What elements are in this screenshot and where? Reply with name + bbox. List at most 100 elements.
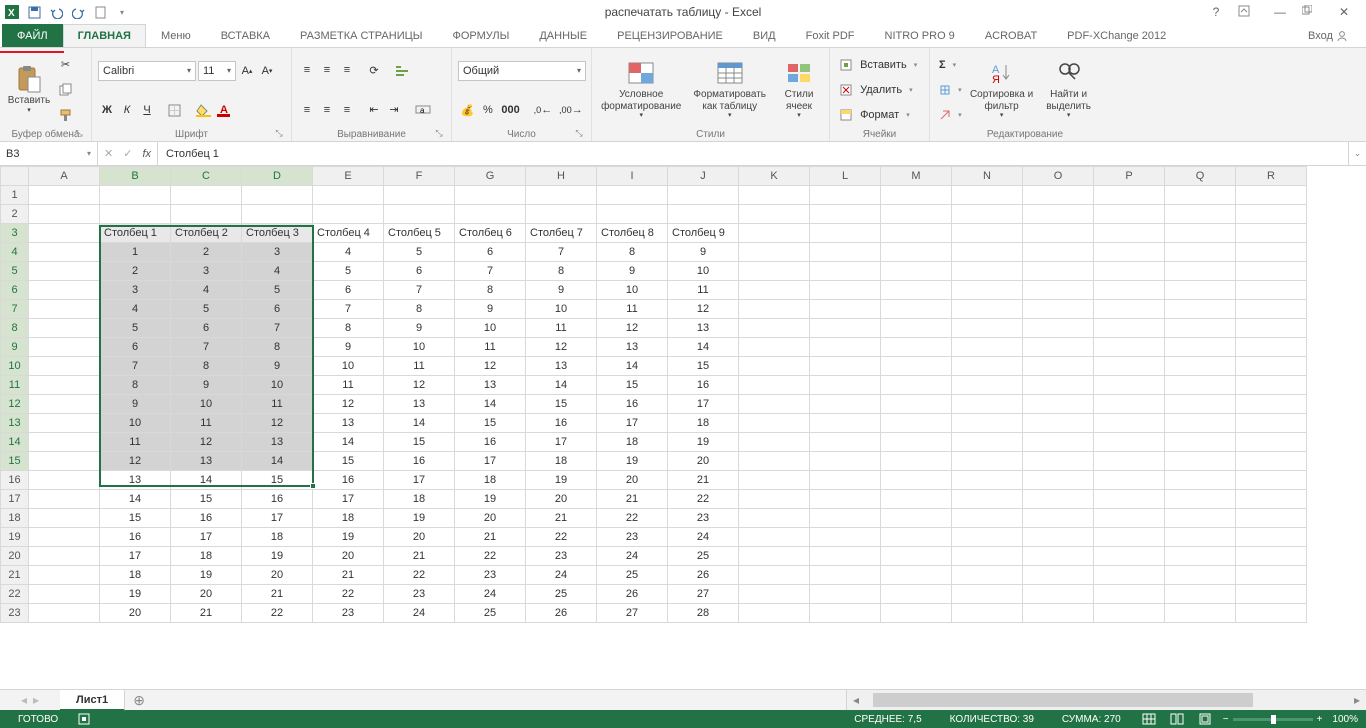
cell[interactable]: 11 <box>384 357 455 376</box>
cell[interactable]: 25 <box>668 547 739 566</box>
cell[interactable] <box>313 205 384 224</box>
cell[interactable]: 21 <box>171 604 242 623</box>
cell[interactable]: 17 <box>313 490 384 509</box>
cell[interactable] <box>1023 338 1094 357</box>
cell[interactable] <box>739 186 810 205</box>
col-header[interactable]: F <box>384 167 455 186</box>
cell[interactable]: 22 <box>455 547 526 566</box>
cell[interactable] <box>881 433 952 452</box>
col-header[interactable]: A <box>29 167 100 186</box>
cell[interactable]: 19 <box>171 566 242 585</box>
cell[interactable] <box>1236 490 1307 509</box>
cell[interactable] <box>1165 490 1236 509</box>
fill-color-icon[interactable] <box>193 101 214 119</box>
cell[interactable] <box>952 604 1023 623</box>
cell[interactable] <box>739 509 810 528</box>
cell[interactable] <box>881 585 952 604</box>
qat-dropdown-icon[interactable]: ▾ <box>114 4 130 20</box>
tab-view[interactable]: ВИД <box>738 24 791 47</box>
cell[interactable] <box>29 205 100 224</box>
cell[interactable] <box>1236 357 1307 376</box>
zoom-slider[interactable] <box>1233 718 1313 721</box>
merge-center-icon[interactable]: a <box>412 101 434 119</box>
cell[interactable] <box>1023 262 1094 281</box>
cell[interactable] <box>881 262 952 281</box>
cell[interactable] <box>739 395 810 414</box>
cell[interactable] <box>242 186 313 205</box>
row-header[interactable]: 6 <box>1 281 29 300</box>
cell[interactable] <box>1094 547 1165 566</box>
cell[interactable] <box>29 224 100 243</box>
cell[interactable] <box>881 528 952 547</box>
cell[interactable] <box>1094 509 1165 528</box>
autosum-button[interactable]: Σ ▾ <box>936 55 965 75</box>
cell[interactable] <box>29 414 100 433</box>
cell[interactable] <box>1023 509 1094 528</box>
cell[interactable] <box>1094 395 1165 414</box>
cell[interactable]: 6 <box>313 281 384 300</box>
row-header[interactable]: 22 <box>1 585 29 604</box>
cell[interactable] <box>739 205 810 224</box>
cell[interactable]: 10 <box>597 281 668 300</box>
cell[interactable]: 4 <box>242 262 313 281</box>
cell[interactable] <box>1094 490 1165 509</box>
cell[interactable]: 7 <box>171 338 242 357</box>
cell[interactable] <box>1236 376 1307 395</box>
cell[interactable]: 13 <box>100 471 171 490</box>
cell[interactable] <box>1094 452 1165 471</box>
cell[interactable] <box>739 585 810 604</box>
decrease-indent-icon[interactable]: ⇤ <box>365 101 383 119</box>
select-all-corner[interactable] <box>1 167 29 186</box>
cell[interactable]: 10 <box>171 395 242 414</box>
cell[interactable] <box>1165 262 1236 281</box>
cell[interactable]: 11 <box>100 433 171 452</box>
row-header[interactable]: 1 <box>1 186 29 205</box>
cell[interactable]: 18 <box>100 566 171 585</box>
cell[interactable] <box>526 205 597 224</box>
cell[interactable] <box>1165 186 1236 205</box>
cell[interactable]: 19 <box>526 471 597 490</box>
cell[interactable]: 8 <box>242 338 313 357</box>
cell[interactable]: 15 <box>455 414 526 433</box>
cell[interactable]: 20 <box>313 547 384 566</box>
cell[interactable]: 15 <box>526 395 597 414</box>
cell[interactable] <box>952 433 1023 452</box>
cell[interactable]: 8 <box>313 319 384 338</box>
cell[interactable]: 9 <box>384 319 455 338</box>
row-header[interactable]: 21 <box>1 566 29 585</box>
cell[interactable]: 9 <box>100 395 171 414</box>
cell[interactable]: 6 <box>171 319 242 338</box>
cell[interactable]: 20 <box>668 452 739 471</box>
cell[interactable] <box>810 319 881 338</box>
tab-foxit[interactable]: Foxit PDF <box>791 24 870 47</box>
scroll-right-icon[interactable]: ▸ <box>1348 693 1366 707</box>
cell[interactable] <box>810 509 881 528</box>
cell[interactable]: 22 <box>384 566 455 585</box>
cell[interactable] <box>1023 186 1094 205</box>
cell[interactable] <box>881 243 952 262</box>
row-header[interactable]: 17 <box>1 490 29 509</box>
cell[interactable] <box>1023 452 1094 471</box>
cell[interactable]: 4 <box>313 243 384 262</box>
cell[interactable]: 10 <box>100 414 171 433</box>
col-header[interactable]: M <box>881 167 952 186</box>
cell[interactable]: 20 <box>455 509 526 528</box>
cell[interactable] <box>1236 281 1307 300</box>
cell[interactable] <box>29 186 100 205</box>
cell[interactable] <box>952 547 1023 566</box>
format-cells-button[interactable]: Формат ▾ <box>836 105 923 125</box>
cell[interactable] <box>1023 547 1094 566</box>
cell[interactable] <box>668 186 739 205</box>
paste-button[interactable]: Вставить ▾ <box>6 52 52 128</box>
cell[interactable] <box>1023 376 1094 395</box>
new-doc-icon[interactable] <box>92 4 108 20</box>
cell[interactable]: 9 <box>668 243 739 262</box>
cell[interactable]: 16 <box>668 376 739 395</box>
comma-format-icon[interactable]: 000 <box>499 101 522 119</box>
cell[interactable]: 25 <box>455 604 526 623</box>
cell[interactable]: 19 <box>597 452 668 471</box>
cell[interactable] <box>100 205 171 224</box>
cell[interactable] <box>1094 205 1165 224</box>
cell[interactable]: 21 <box>384 547 455 566</box>
cell[interactable]: 4 <box>171 281 242 300</box>
